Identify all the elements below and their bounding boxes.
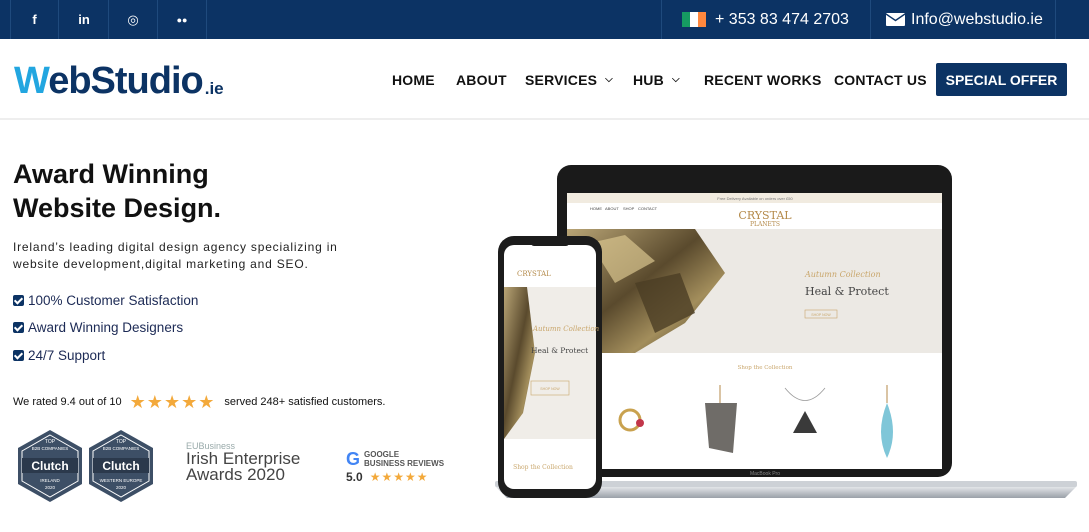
check-square-icon [13,350,24,361]
google-reviews-badge: G GOOGLE BUSINESS REVIEWS 5.0 ★★★★★ [346,449,445,484]
site-header: WebStudio .ie HOME ABOUT SERVICES ⌵ HUB ⌵ … [0,39,1089,120]
nav-recent-works[interactable]: RECENT WORKS [704,39,822,120]
linkedin-icon[interactable]: in [60,0,109,39]
instagram-icon[interactable]: ◎ [109,0,158,39]
nav-services[interactable]: SERVICES ⌵ [525,39,613,120]
facebook-icon[interactable]: f [10,0,59,39]
check-item-support: 24/7 Support [13,348,105,363]
top-bar: f in ◎ ●● + 353 83 474 2703 Info@webstud… [0,0,1089,39]
hero-title: Award Winning Website Design. [13,159,222,223]
svg-text:HOME: HOME [590,206,602,211]
clutch-badge-western-europe: TOP B2B COMPANIES Clutch WESTERN EUROPE … [87,429,155,503]
check-square-icon [13,322,24,333]
clutch-badge-ireland: TOP B2B COMPANIES Clutch IRELAND 2020 [16,429,84,503]
chevron-down-icon: ⌵ [671,74,680,85]
hero-subtitle: Ireland’s leading digital design agency … [13,240,338,271]
svg-text:Autumn Collection: Autumn Collection [804,270,881,279]
svg-text:Autumn Collection: Autumn Collection [532,325,600,333]
svg-text:CRYSTAL: CRYSTAL [517,270,551,278]
svg-text:SHOP: SHOP [623,206,635,211]
webstudio-logo[interactable]: WebStudio .ie [14,57,224,101]
rating-prefix: We rated 9.4 out of 10 [13,396,122,408]
star-icon: ★ [146,392,163,412]
phone-contact[interactable]: + 353 83 474 2703 [661,0,870,39]
check-square-icon [13,295,24,306]
star-icon: ★ [163,392,181,412]
logo-tld: .ie [204,79,224,98]
nav-about[interactable]: ABOUT [456,39,507,120]
svg-text:SHOP NOW: SHOP NOW [811,313,831,317]
svg-text:ABOUT: ABOUT [605,206,619,211]
flickr-icon[interactable]: ●● [158,0,207,39]
special-offer-button[interactable]: SPECIAL OFFER [936,63,1067,96]
chevron-down-icon: ⌵ [605,74,613,85]
email-address[interactable]: Info@webstudio.ie [911,11,1043,29]
nav-hub[interactable]: HUB ⌵ [633,39,680,120]
check-item-satisfaction: 100% Customer Satisfaction [13,293,198,308]
svg-text:Shop the Collection: Shop the Collection [738,365,793,371]
nav-home[interactable]: HOME [392,39,435,120]
irish-enterprise-award: EUBusiness Irish Enterprise Awards 2020 [186,441,301,484]
rating-suffix: served 248+ satisfied customers. [224,396,386,408]
logo-text: WebStudio [14,60,204,102]
svg-text:PLANETS: PLANETS [750,221,780,228]
star-icon: ★ [198,392,215,412]
svg-text:Heal & Protect: Heal & Protect [531,346,588,355]
email-contact[interactable]: Info@webstudio.ie [870,0,1056,39]
device-mockup-image: Free Delivery Available on orders over £… [495,165,1077,498]
star-rating: ★★★★★ [369,470,428,484]
svg-text:Shop the Collection: Shop the Collection [513,464,573,471]
svg-text:CONTACT: CONTACT [638,206,658,211]
star-rating: ★★★★★ [130,393,216,411]
google-icon: G [346,449,361,469]
svg-text:MacBook Pro: MacBook Pro [750,471,780,477]
svg-text:Free Delivery Available on ord: Free Delivery Available on orders over £… [717,196,793,201]
svg-text:SHOP NOW: SHOP NOW [540,387,560,391]
ireland-flag-icon [682,12,706,27]
phone-number[interactable]: + 353 83 474 2703 [715,11,849,29]
star-icon: ★ [129,392,146,412]
star-icon: ★ [181,392,198,412]
check-item-designers: Award Winning Designers [13,320,183,335]
nav-contact-us[interactable]: CONTACT US [834,39,927,120]
mail-icon [886,13,905,26]
svg-text:Heal & Protect: Heal & Protect [805,285,889,298]
rating-row: We rated 9.4 out of 10 ★ ★ ★ ★ ★ served 248+… [13,393,385,411]
